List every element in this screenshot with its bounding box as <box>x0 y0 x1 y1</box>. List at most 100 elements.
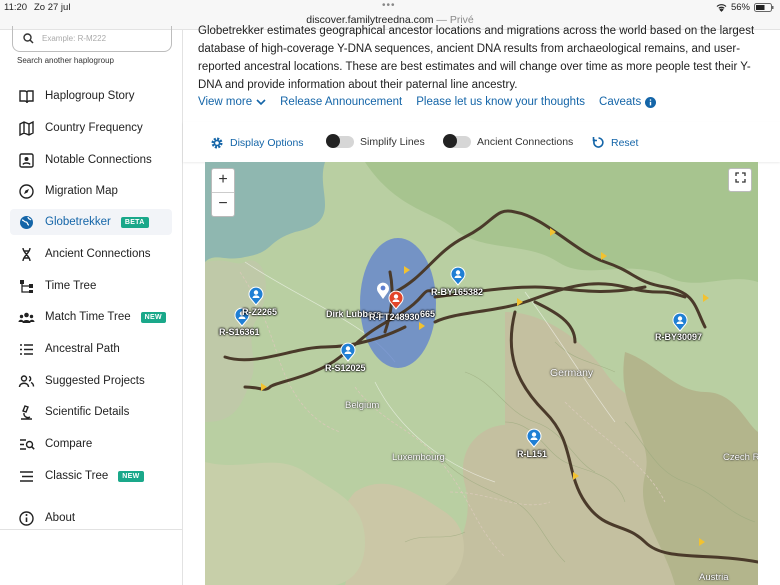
book-icon <box>19 89 34 103</box>
nav-label: Scientific Details <box>45 406 130 418</box>
intro-text: Globetrekker estimates geographical ance… <box>198 25 755 91</box>
view-more-link[interactable]: View more <box>198 96 266 108</box>
nav-globetrekker[interactable]: Globetrekker BETA <box>10 209 172 235</box>
country-label: Luxembourg <box>392 452 445 463</box>
globe-icon <box>20 215 33 229</box>
battery-level: 56% <box>730 2 750 13</box>
nav-label: Compare <box>45 438 93 450</box>
map-terrain <box>205 162 758 585</box>
view-more-label: View more <box>198 96 253 108</box>
person-pin-icon[interactable] <box>248 286 264 306</box>
clock: 11:20 <box>4 2 28 13</box>
country-label: Germany <box>550 367 594 379</box>
marker-label: R-S12025 <box>325 363 366 373</box>
links-row: View more Release Announcement Please le… <box>198 96 657 108</box>
nav-notable-connections[interactable]: Notable Connections <box>10 147 172 173</box>
compass-icon <box>19 183 34 199</box>
nav-about[interactable]: About <box>10 505 172 531</box>
nav-label: Notable Connections <box>45 154 152 166</box>
simplify-lines-label: Simplify Lines <box>360 136 425 148</box>
wifi-icon <box>716 4 727 12</box>
nav-label: Classic Tree <box>45 470 109 482</box>
nav-label: Migration Map <box>45 185 118 197</box>
chevron-down-icon <box>256 98 266 105</box>
tree-icon <box>20 279 33 293</box>
zoom-control: + − <box>211 168 235 217</box>
nav-label: Suggested Projects <box>45 375 145 387</box>
info-icon <box>19 510 34 526</box>
reset-icon <box>592 137 604 148</box>
map-toolbar: Display Options Simplify Lines Ancient C… <box>183 122 780 162</box>
nav-suggested-projects[interactable]: Suggested Projects <box>10 368 172 394</box>
dna-icon <box>22 247 31 261</box>
search-input[interactable]: Example: R-M222 <box>42 34 106 43</box>
nav-ancient-connections[interactable]: Ancient Connections <box>10 241 172 267</box>
globetrekker-map[interactable]: + − R-Z2265 R-S16361 R-BY165382 Dirk Lub… <box>205 162 758 585</box>
nav-ancestral-path[interactable]: Ancestral Path <box>10 336 172 362</box>
marker-label: R-BY30097 <box>655 332 703 342</box>
display-options-button[interactable]: Display Options <box>210 136 304 150</box>
person-pin-icon[interactable] <box>672 312 688 332</box>
country-label: Belgium <box>345 400 380 411</box>
release-announcement-link[interactable]: Release Announcement <box>280 96 402 108</box>
haplogroup-search[interactable]: Example: R-M222 <box>12 26 172 52</box>
toggle-switch[interactable] <box>326 134 354 148</box>
nav-scientific-details[interactable]: Scientific Details <box>10 399 172 425</box>
more-dots-icon[interactable]: ••• <box>382 0 396 11</box>
marker-label: R-L151 <box>517 449 548 459</box>
sidebar: Example: R-M222 Search another haplogrou… <box>0 26 183 585</box>
nav-time-tree[interactable]: Time Tree <box>10 273 172 299</box>
search-hint: Search another haplogroup <box>17 56 114 65</box>
nav-label: Haplogroup Story <box>45 90 135 102</box>
nav-haplogroup-story[interactable]: Haplogroup Story <box>10 83 172 109</box>
search-icon <box>23 33 34 44</box>
group-icon <box>18 312 35 323</box>
toggle-switch[interactable] <box>443 134 471 148</box>
marker-label: R-FT248930 <box>369 312 420 322</box>
country-label: Czech R <box>723 452 758 463</box>
marker-label: R-S16361 <box>219 327 260 337</box>
lines-icon <box>20 470 33 482</box>
nav-classic-tree[interactable]: Classic Tree NEW <box>10 463 172 489</box>
caveats-link[interactable]: Caveats <box>599 96 657 108</box>
country-label: Austria <box>699 572 729 583</box>
microscope-icon <box>21 404 32 420</box>
simplify-lines-toggle[interactable]: Simplify Lines <box>326 134 425 148</box>
person-pin-icon[interactable] <box>450 266 466 286</box>
caveats-label: Caveats <box>599 96 642 108</box>
marker-label: R-Z2265 <box>242 307 278 317</box>
map-icon <box>19 120 34 136</box>
nav-migration-map[interactable]: Migration Map <box>10 178 172 204</box>
status-right: 56% <box>716 2 774 13</box>
ancient-connections-toggle[interactable]: Ancient Connections <box>443 134 574 148</box>
new-badge: NEW <box>118 470 144 482</box>
nav-label: About <box>45 512 76 524</box>
beta-badge: BETA <box>120 216 149 228</box>
battery-icon <box>754 3 774 12</box>
nav-match-time-tree[interactable]: Match Time Tree NEW <box>10 304 172 330</box>
main-content: Globetrekker estimates geographical ance… <box>183 25 780 585</box>
person-pin-icon[interactable] <box>340 342 356 362</box>
nav-label: Match Time Tree <box>45 311 131 323</box>
person-pin-red-icon[interactable] <box>388 290 404 310</box>
person-pin-icon[interactable] <box>526 428 542 448</box>
compare-icon <box>20 438 35 450</box>
nav-compare[interactable]: Compare <box>10 431 172 457</box>
gear-icon <box>211 137 223 149</box>
new-badge: NEW <box>140 311 166 323</box>
date: Zo 27 jul <box>34 2 71 13</box>
nav-country-frequency[interactable]: Country Frequency <box>10 115 172 141</box>
reset-button[interactable]: Reset <box>592 136 638 149</box>
fullscreen-button[interactable] <box>728 168 752 192</box>
expand-icon <box>734 172 746 183</box>
nav-label: Globetrekker <box>45 216 111 228</box>
status-bar: 11:20 Zo 27 jul ••• 56% <box>0 0 780 14</box>
nav-label: Time Tree <box>45 280 97 292</box>
nav-label: Country Frequency <box>45 122 143 134</box>
zoom-in-button[interactable]: + <box>212 169 234 193</box>
ancient-connections-label: Ancient Connections <box>477 136 574 148</box>
list-icon <box>20 343 33 355</box>
feedback-link[interactable]: Please let us know your thoughts <box>416 96 585 108</box>
zoom-out-button[interactable]: − <box>212 193 234 217</box>
reset-label: Reset <box>611 136 639 149</box>
